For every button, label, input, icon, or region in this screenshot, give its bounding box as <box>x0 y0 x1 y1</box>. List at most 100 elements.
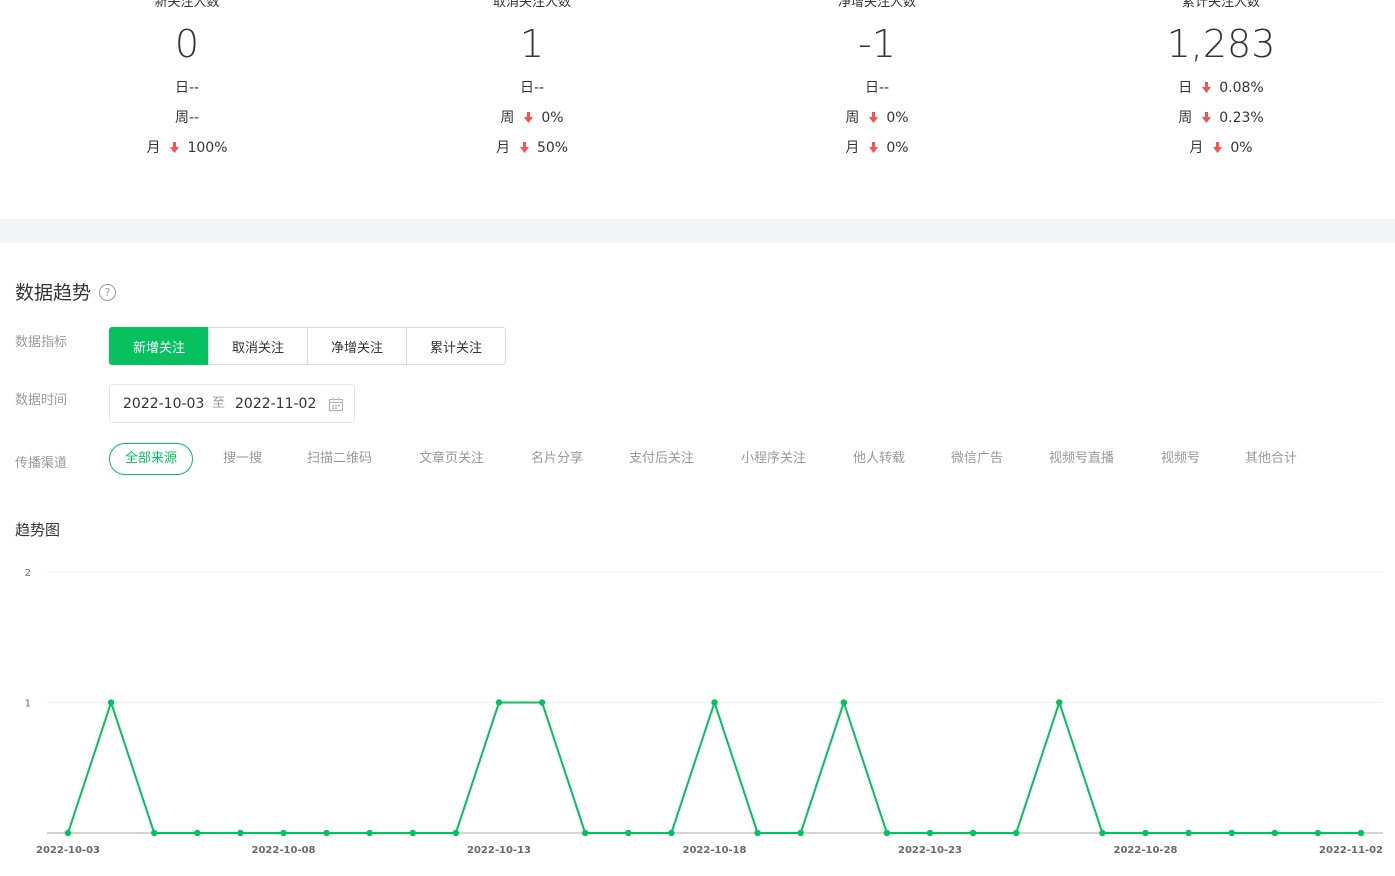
compare-value: 50% <box>536 140 569 156</box>
data-point <box>194 829 201 837</box>
data-point <box>926 829 934 837</box>
stat-value: 1 <box>519 22 545 66</box>
channel-qrcode[interactable]: 扫描二维码 <box>307 443 372 475</box>
data-point <box>237 829 244 837</box>
y-tick-label: 1 <box>25 699 31 710</box>
channel-all[interactable]: 全部来源 <box>109 443 194 475</box>
stat-value: 1,283 <box>1166 22 1276 66</box>
compare-value: 0% <box>1230 140 1253 156</box>
compare-key: 周 <box>500 110 515 126</box>
compare-key: 日 <box>174 80 189 96</box>
data-point <box>107 699 115 706</box>
stat-compare-month: 月 50% <box>382 139 682 157</box>
channel-article[interactable]: 文章页关注 <box>419 443 484 475</box>
channel-repost[interactable]: 他人转载 <box>853 443 905 475</box>
data-point <box>495 699 503 706</box>
channel-wechat-ads[interactable]: 微信广告 <box>951 443 1003 475</box>
compare-value: -- <box>188 80 200 96</box>
stat-label: 净增关注人数 <box>837 0 916 10</box>
data-point <box>1099 829 1106 837</box>
y-tick-label: 2 <box>25 568 31 579</box>
help-icon[interactable]: ? <box>99 284 116 301</box>
date-to[interactable]: 2022-11-02 <box>235 395 316 413</box>
date-range-picker[interactable]: 2022-10-03 至 2022-11-02 <box>109 384 355 423</box>
data-point <box>1357 829 1365 837</box>
down-arrow-icon <box>1202 79 1212 97</box>
data-point <box>668 829 675 837</box>
stat-label: 累计关注人数 <box>1181 0 1260 10</box>
metric-selector: 新增关注 取消关注 净增关注 累计关注 <box>109 327 506 365</box>
x-tick-label: 2022-10-03 <box>36 845 100 856</box>
channel-card-share[interactable]: 名片分享 <box>531 443 583 475</box>
down-arrow-icon <box>869 139 879 157</box>
x-tick-label: 2022-10-18 <box>683 845 747 856</box>
chart-title: 趋势图 <box>15 521 61 539</box>
data-point <box>754 829 761 837</box>
time-row-label: 数据时间 <box>15 393 68 408</box>
compare-value: 0% <box>886 110 909 126</box>
trend-section-title: 数据趋势 <box>15 282 92 304</box>
stat-value: 0 <box>174 22 200 66</box>
stats-panel: 新关注人数 0 日-- 周-- 月 100% 取消关注人数 1 日-- 周 0% 月… <box>0 0 1395 219</box>
metric-button-unfollow[interactable]: 取消关注 <box>208 327 308 365</box>
data-point <box>969 829 977 837</box>
stat-label: 取消关注人数 <box>492 0 571 10</box>
date-separator: 至 <box>212 396 226 411</box>
channel-after-payment[interactable]: 支付后关注 <box>629 443 694 475</box>
compare-value: 0.08% <box>1219 80 1264 96</box>
data-point <box>840 699 847 706</box>
channel-channels[interactable]: 视频号 <box>1161 443 1200 475</box>
channel-other[interactable]: 其他合计 <box>1245 443 1297 475</box>
down-arrow-icon <box>519 139 529 157</box>
data-point <box>797 829 804 837</box>
down-arrow-icon <box>524 109 534 127</box>
data-point <box>151 829 158 837</box>
data-point <box>1314 829 1322 837</box>
compare-value: 0% <box>886 140 909 156</box>
data-point <box>625 829 632 837</box>
metric-button-net-follow[interactable]: 净增关注 <box>307 327 407 365</box>
stat-compare-day: 日-- <box>382 79 682 97</box>
data-point <box>409 829 416 837</box>
channel-mini-program[interactable]: 小程序关注 <box>741 443 806 475</box>
data-point <box>323 829 330 837</box>
stat-compare-day: 日-- <box>37 79 337 97</box>
channel-row-label: 传播渠道 <box>15 456 68 471</box>
stat-value: -1 <box>858 22 896 66</box>
date-from[interactable]: 2022-10-03 <box>123 395 204 413</box>
metric-row-label: 数据指标 <box>15 335 68 350</box>
data-point <box>1185 829 1192 837</box>
metric-button-new-follow[interactable]: 新增关注 <box>109 327 209 365</box>
data-point <box>1056 699 1063 706</box>
data-point <box>1271 829 1279 837</box>
stat-compare-day: 日 0.08% <box>1071 79 1371 97</box>
data-point <box>582 829 589 837</box>
data-point <box>1013 829 1020 837</box>
data-point <box>366 829 373 837</box>
channel-search[interactable]: 搜一搜 <box>223 443 262 475</box>
stat-compare-week: 周 0% <box>382 109 682 127</box>
compare-key: 月 <box>495 140 510 156</box>
data-point <box>1228 829 1235 837</box>
metric-button-total-follow[interactable]: 累计关注 <box>406 327 506 365</box>
stat-compare-week: 周 0.23% <box>1071 109 1371 127</box>
stat-compare-day: 日-- <box>727 79 1027 97</box>
compare-value: -- <box>533 80 545 96</box>
stat-compare-week: 周 0% <box>727 109 1027 127</box>
stat-compare-month: 月 100% <box>37 139 337 157</box>
compare-value: 100% <box>187 140 228 156</box>
data-point <box>1142 829 1149 837</box>
x-tick-label: 2022-10-23 <box>898 845 962 856</box>
compare-value: 0.23% <box>1219 110 1264 126</box>
channel-channels-live[interactable]: 视频号直播 <box>1049 443 1114 475</box>
section-divider <box>0 219 1395 243</box>
data-point <box>883 829 891 837</box>
compare-value: 0% <box>541 110 564 126</box>
down-arrow-icon <box>1202 109 1212 127</box>
x-tick-label: 2022-10-08 <box>252 845 316 856</box>
calendar-icon[interactable] <box>329 397 343 411</box>
data-point <box>280 829 287 837</box>
x-tick-label: 2022-10-28 <box>1114 845 1178 856</box>
x-tick-label: 2022-11-02 <box>1319 845 1383 856</box>
compare-key: 月 <box>845 140 860 156</box>
